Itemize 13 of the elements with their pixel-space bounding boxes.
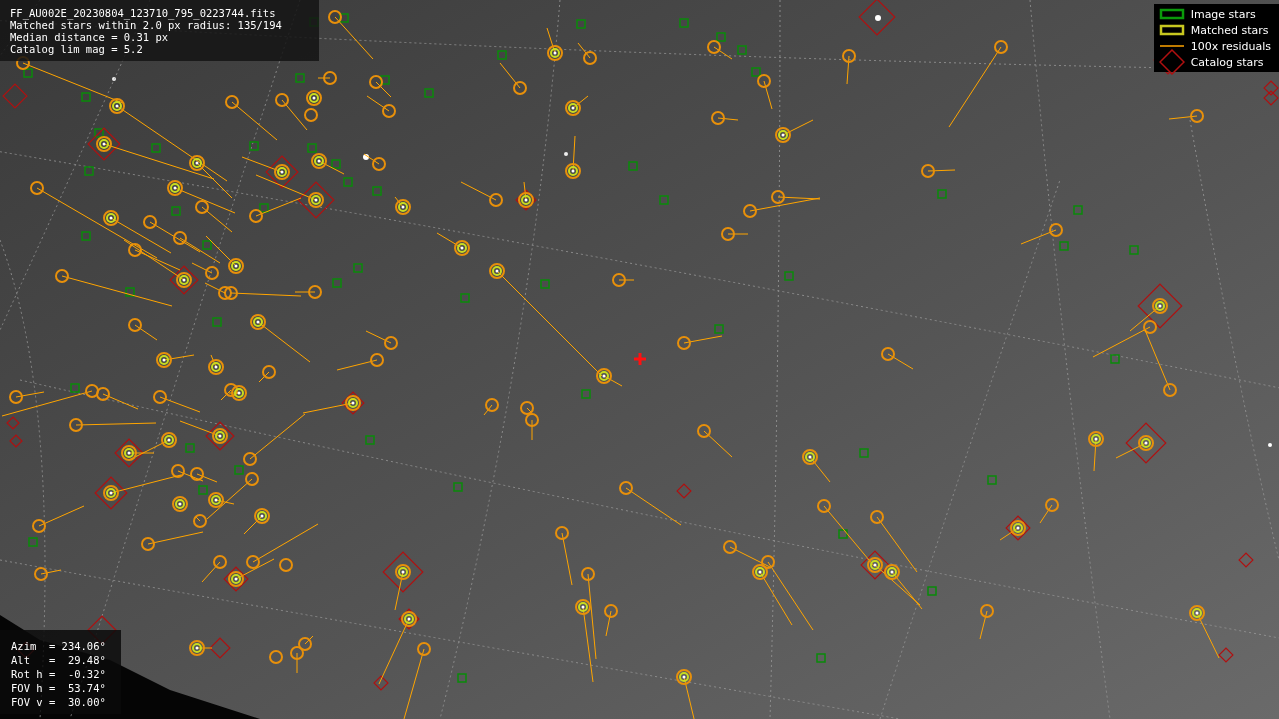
legend-label: Matched stars	[1190, 23, 1269, 37]
info-text: Median distance = 0.31 px	[10, 31, 170, 43]
pointing-text: FOV v = 30.00°	[11, 696, 107, 708]
legend-label: 100x residuals	[1190, 39, 1271, 53]
legend-label: Catalog stars	[1190, 55, 1264, 69]
legend-label: Image stars	[1190, 7, 1256, 21]
info-text: Matched stars within 2.0 px radius: 135/194	[10, 19, 283, 31]
pointing-text: Alt = 29.48°	[11, 654, 107, 666]
info-text: FF_AU002E_20230804_123710_795_0223744.fits	[10, 7, 277, 19]
pointing-text: FOV h = 53.74°	[11, 682, 107, 694]
pointing-text: Rot h = -0.32°	[11, 668, 107, 680]
pointing-text: Azim = 234.06°	[11, 640, 107, 652]
info-text: Catalog lim mag = 5.2	[10, 43, 144, 55]
